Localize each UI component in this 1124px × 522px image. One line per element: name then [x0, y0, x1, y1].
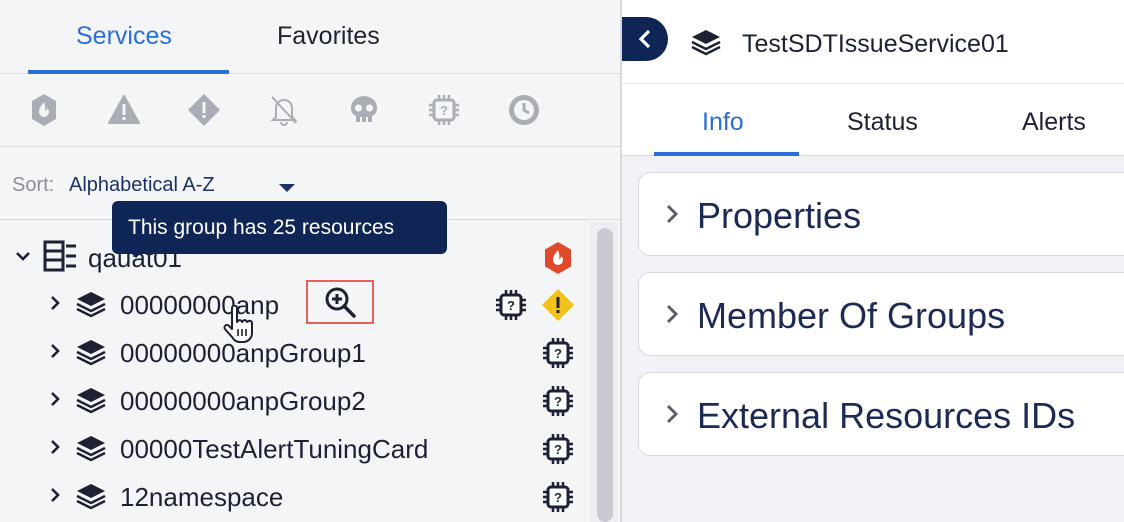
status-filter-bar: ? [0, 75, 620, 147]
tab-alerts[interactable]: Alerts [1022, 108, 1086, 137]
left-tabbar: Services Favorites [0, 0, 620, 74]
section-properties[interactable]: Properties [638, 172, 1124, 256]
chevron-right-icon [666, 204, 679, 224]
tab-info[interactable]: Info [702, 108, 744, 137]
tab-status[interactable]: Status [847, 108, 918, 137]
hand-pointer-icon [223, 305, 253, 343]
chevron-right-icon[interactable] [46, 342, 64, 360]
active-tab-indicator [654, 152, 799, 156]
section-label: Properties [697, 195, 862, 236]
warning-diamond-icon [541, 288, 575, 322]
chevron-down-icon[interactable] [278, 180, 296, 198]
collapse-button[interactable] [622, 17, 668, 61]
chevron-right-icon[interactable] [46, 438, 64, 456]
service-stack-icon [76, 340, 106, 366]
chevron-left-icon [638, 29, 651, 49]
tree-row-service[interactable]: 00000000anpGroup2 ? [0, 376, 590, 422]
unknown-chip-icon: ? [541, 336, 575, 370]
tree-row-label: 12namespace [120, 482, 284, 512]
tree-row-service[interactable]: 12namespace ? [0, 472, 590, 518]
sort-label: Sort: [12, 174, 55, 196]
svg-text:?: ? [554, 346, 562, 361]
section-label: External Resources IDs [697, 395, 1076, 436]
details-panel: TestSDTIssueService01 Info Status Alerts… [622, 0, 1124, 522]
service-stack-icon [691, 30, 721, 56]
tab-services[interactable]: Services [76, 22, 172, 51]
resource-tree: qauat01 00000000anp ? 00000000anpGroup1 … [0, 221, 620, 522]
group-tooltip: This group has 25 resources [112, 201, 447, 254]
service-stack-icon [76, 388, 106, 414]
section-member-of-groups[interactable]: Member Of Groups [638, 272, 1124, 356]
tree-row-service[interactable]: 00000000anpGroup1 ? [0, 328, 590, 374]
svg-text:?: ? [507, 298, 515, 313]
svg-text:?: ? [554, 442, 562, 457]
unknown-chip-icon[interactable]: ? [426, 92, 462, 128]
chevron-right-icon [666, 404, 679, 424]
critical-fire-icon [541, 241, 575, 275]
chevron-right-icon[interactable] [46, 390, 64, 408]
svg-text:?: ? [440, 103, 448, 118]
critical-fire-icon[interactable] [26, 92, 62, 128]
tree-row-label: 00000000anpGroup2 [120, 386, 366, 416]
bell-off-icon[interactable] [266, 92, 302, 128]
sort-dropdown[interactable]: Alphabetical A-Z [69, 174, 215, 197]
service-stack-icon [76, 484, 106, 510]
section-label: Member Of Groups [697, 295, 1006, 336]
tree-row-label: 00000TestAlertTuningCard [120, 434, 429, 464]
tree-row-service[interactable]: 00000TestAlertTuningCard ? [0, 424, 590, 470]
error-diamond-icon[interactable] [186, 92, 222, 128]
unknown-chip-icon: ? [541, 480, 575, 514]
zoom-in-icon [325, 287, 356, 318]
chevron-right-icon [666, 304, 679, 324]
details-header: TestSDTIssueService01 [622, 0, 1124, 84]
details-tabbar: Info Status Alerts [622, 84, 1124, 156]
tooltip-tail [128, 250, 144, 258]
tree-row-service[interactable]: 00000000anp ? [0, 280, 590, 326]
section-external-resources-ids[interactable]: External Resources IDs [638, 372, 1124, 456]
unknown-chip-icon: ? [541, 384, 575, 418]
warning-triangle-icon[interactable] [106, 92, 142, 128]
skull-icon[interactable] [346, 92, 382, 128]
chevron-right-icon[interactable] [46, 294, 64, 312]
group-icon [43, 240, 76, 272]
chevron-right-icon[interactable] [46, 486, 64, 504]
tree-scrollbar-thumb[interactable] [597, 228, 613, 522]
details-title: TestSDTIssueService01 [742, 30, 1009, 58]
svg-text:?: ? [554, 394, 562, 409]
zoom-in-button[interactable] [306, 280, 374, 324]
clock-icon[interactable] [506, 92, 542, 128]
service-stack-icon [76, 292, 106, 318]
left-panel: Services Favorites ? Sort: Alphabetical … [0, 0, 620, 522]
unknown-chip-icon: ? [494, 288, 528, 322]
tab-favorites[interactable]: Favorites [277, 22, 380, 51]
chevron-down-icon[interactable] [14, 247, 32, 265]
active-tab-indicator [28, 70, 229, 74]
unknown-chip-icon: ? [541, 432, 575, 466]
svg-text:?: ? [554, 490, 562, 505]
service-stack-icon [76, 436, 106, 462]
